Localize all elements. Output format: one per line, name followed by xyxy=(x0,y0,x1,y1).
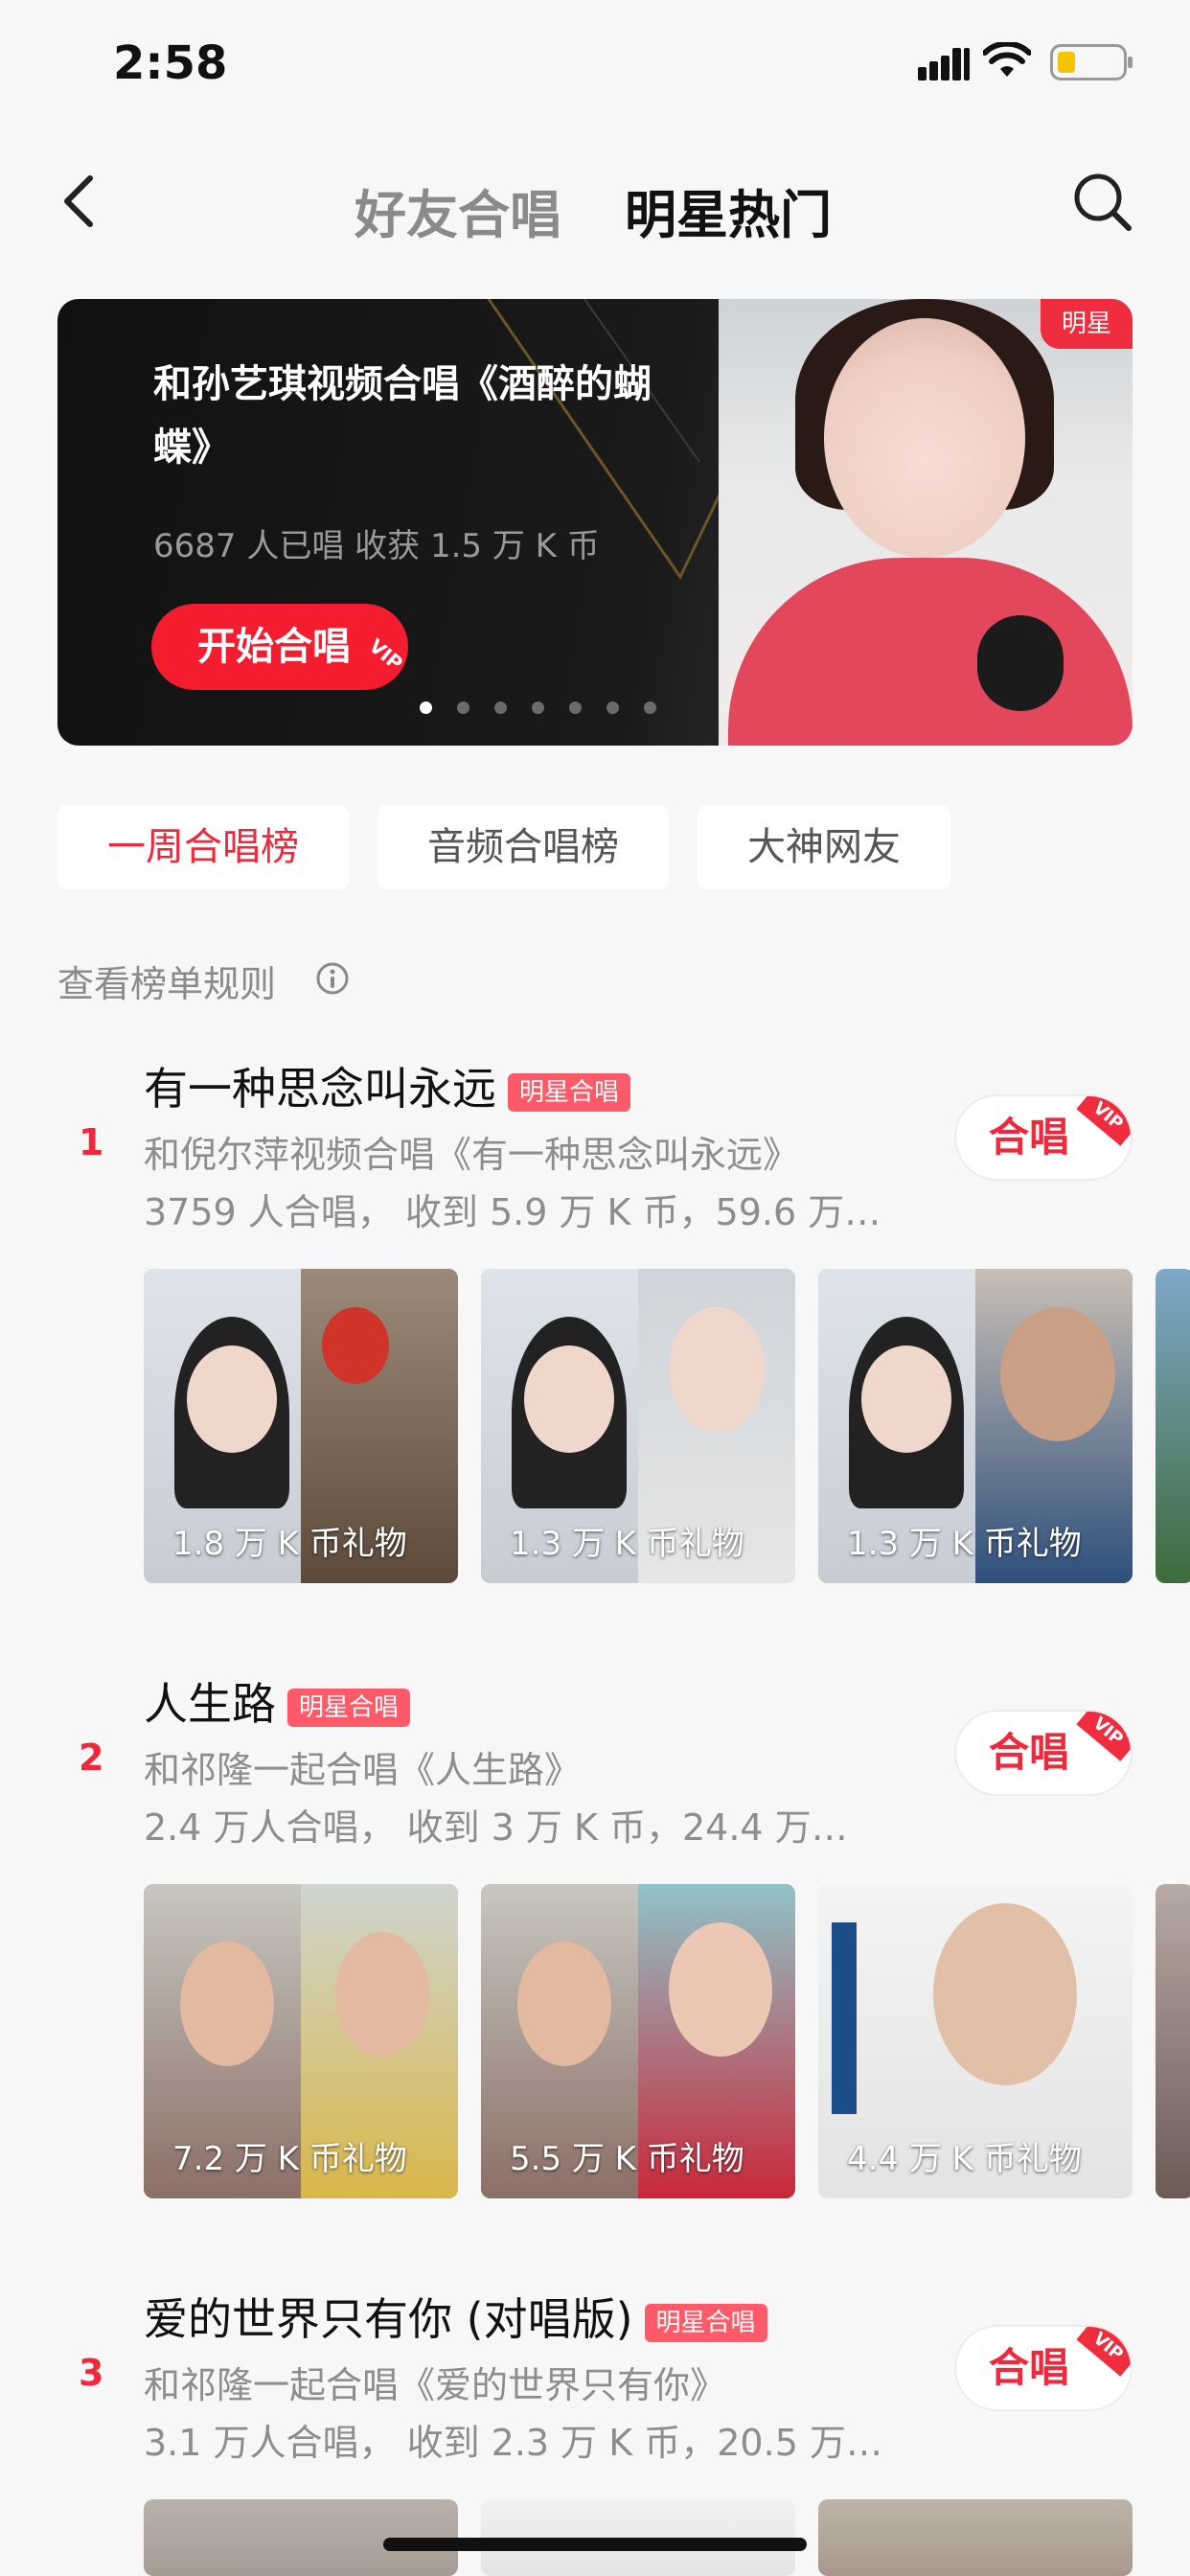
song-title-text: 人生路 xyxy=(144,1678,276,1730)
duet-stats: 3.1 万人合唱， 收到 2.3 万 K 币，20.5 万… xyxy=(144,2422,882,2464)
rank-number: 2 xyxy=(79,1736,104,1779)
search-icon[interactable] xyxy=(1071,171,1134,234)
gift-amount: 4.4 万 K 币礼物 xyxy=(847,2140,1082,2178)
star-tag: 明星 xyxy=(1041,299,1133,349)
rank-number: 1 xyxy=(79,1121,104,1163)
duet-button-label: 合唱 xyxy=(988,1729,1069,1776)
battery-icon xyxy=(1050,44,1133,80)
duet-button-label: 合唱 xyxy=(988,2344,1069,2391)
duet-video-thumbnail[interactable]: 7.2 万 K 币礼物 xyxy=(144,1884,458,2198)
cellular-signal-icon xyxy=(918,48,970,80)
album-cover-stripe xyxy=(832,1922,857,2114)
info-icon[interactable] xyxy=(314,960,351,997)
back-arrow-icon[interactable] xyxy=(59,172,98,230)
duet-video-thumbnail[interactable]: 1.3 万 K 币礼物 xyxy=(481,1269,795,1583)
song-title-text: 有一种思念叫永远 xyxy=(144,1063,496,1115)
wifi-icon xyxy=(983,42,1031,77)
promo-banner[interactable]: 明星 和孙艺琪视频合唱《酒醉的蝴蝶》 6687 人已唱 收获 1.5 万 K 币… xyxy=(57,299,1133,746)
tab-star-hot[interactable]: 明星热门 xyxy=(625,172,832,248)
duet-button[interactable]: 合唱 VIP xyxy=(954,1710,1133,1796)
song-title: 有一种思念叫永远 明星合唱 xyxy=(144,1054,631,1117)
duet-description: 和倪尔萍视频合唱《有一种思念叫永远》 xyxy=(144,1134,800,1176)
microphone-image xyxy=(977,615,1064,711)
duet-description: 和祁隆一起合唱《人生路》 xyxy=(144,1749,582,1791)
top-nav: 好友合唱 明星热门 xyxy=(0,153,1190,249)
start-duet-button[interactable]: 开始合唱 VIP xyxy=(151,604,408,690)
song-title-text: 爱的世界只有你 (对唱版) xyxy=(144,2293,633,2345)
banner-title: 和孙艺琪视频合唱《酒醉的蝴蝶》 xyxy=(153,362,652,470)
chip-audio-duet-chart[interactable]: 音频合唱榜 xyxy=(378,805,669,889)
duet-description: 和祁隆一起合唱《爱的世界只有你》 xyxy=(144,2364,727,2406)
star-duet-badge: 明星合唱 xyxy=(644,2303,767,2342)
rank-number: 3 xyxy=(79,2352,104,2394)
duet-video-thumbnail[interactable]: 1.3 万 K 币礼物 xyxy=(818,1269,1133,1583)
banner-stats: 6687 人已唱 收获 1.5 万 K 币 xyxy=(153,527,600,565)
pagination-dot[interactable] xyxy=(457,702,469,714)
duet-video-thumbnail[interactable]: 5.5 万 K 币礼物 xyxy=(481,1884,795,2198)
star-duet-badge: 明星合唱 xyxy=(287,1688,411,1727)
duet-video-thumbnail-peek[interactable] xyxy=(1156,1884,1190,2198)
pagination-dot[interactable] xyxy=(532,702,544,714)
pagination-dot[interactable] xyxy=(420,702,432,714)
gift-amount: 5.5 万 K 币礼物 xyxy=(510,2140,744,2178)
duet-video-thumbnail[interactable]: 4.4 万 K 币礼物 xyxy=(818,1884,1133,2198)
duet-button[interactable]: 合唱 VIP xyxy=(954,1094,1133,1181)
pagination-dot[interactable] xyxy=(644,702,656,714)
duet-video-thumbnail[interactable]: 1.8 万 K 币礼物 xyxy=(144,1269,458,1583)
song-title: 爱的世界只有你 (对唱版) 明星合唱 xyxy=(144,2285,767,2348)
tab-friends-duet[interactable]: 好友合唱 xyxy=(355,172,561,248)
vip-badge: VIP xyxy=(1076,1712,1131,1761)
vip-badge: VIP xyxy=(365,633,408,676)
pagination-dot[interactable] xyxy=(494,702,507,714)
duet-button[interactable]: 合唱 VIP xyxy=(954,2325,1133,2411)
banner-photo-face xyxy=(824,318,1025,558)
duet-stats: 2.4 万人合唱， 收到 3 万 K 币，24.4 万… xyxy=(144,1806,848,1849)
vip-badge: VIP xyxy=(1076,1096,1131,1146)
duet-video-thumbnail-peek[interactable] xyxy=(1156,1269,1190,1583)
view-rules-link[interactable]: 查看榜单规则 xyxy=(57,954,276,1007)
gift-amount: 1.3 万 K 币礼物 xyxy=(847,1525,1082,1563)
song-title: 人生路 明星合唱 xyxy=(144,1669,411,1733)
chip-weekly-duet-chart[interactable]: 一周合唱榜 xyxy=(57,805,349,889)
status-time: 2:58 xyxy=(113,36,228,90)
star-duet-badge: 明星合唱 xyxy=(508,1072,631,1112)
duet-stats: 3759 人合唱， 收到 5.9 万 K 币，59.6 万… xyxy=(144,1191,881,1233)
status-bar: 2:58 xyxy=(0,0,1190,125)
vip-badge: VIP xyxy=(1076,2327,1131,2377)
pagination-dot[interactable] xyxy=(606,702,619,714)
chip-master-users[interactable]: 大神网友 xyxy=(698,805,950,889)
gift-amount: 7.2 万 K 币礼物 xyxy=(172,2140,407,2178)
gift-amount: 1.3 万 K 币礼物 xyxy=(510,1525,744,1563)
start-duet-label: 开始合唱 xyxy=(197,625,351,669)
duet-button-label: 合唱 xyxy=(988,1114,1069,1161)
home-indicator[interactable] xyxy=(383,2538,807,2551)
duet-video-thumbnail[interactable] xyxy=(818,2499,1133,2576)
pagination-dot[interactable] xyxy=(569,702,582,714)
gift-amount: 1.8 万 K 币礼物 xyxy=(172,1525,407,1563)
